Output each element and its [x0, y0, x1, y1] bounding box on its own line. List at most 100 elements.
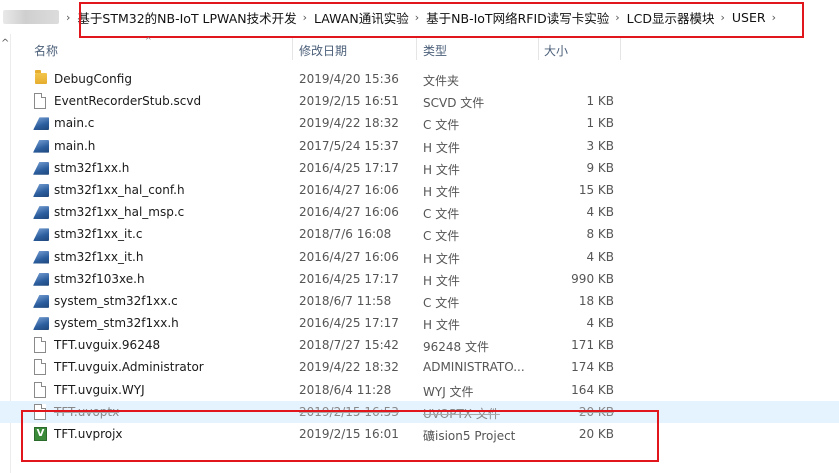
file-name: stm32f1xx_hal_conf.h — [54, 182, 185, 197]
file-date: 2019/4/20 15:36 — [299, 72, 399, 86]
file-size: 174 KB — [571, 360, 614, 375]
file-row[interactable]: TFT.uvguix.Administrator 2019/4/22 18:32 A… — [0, 356, 839, 378]
source-file-icon — [33, 228, 49, 242]
file-name: TFT.uvguix.Administrator — [54, 360, 204, 375]
column-divider[interactable] — [620, 38, 621, 60]
file-name: stm32f1xx_it.h — [54, 249, 144, 264]
column-divider[interactable] — [292, 38, 293, 60]
file-type: C 文件 — [423, 229, 460, 244]
file-type: H 文件 — [423, 184, 460, 199]
file-name: main.h — [54, 138, 96, 153]
file-name: TFT.uvguix.96248 — [54, 338, 161, 353]
file-size: 3 KB — [586, 138, 614, 153]
document-icon — [34, 381, 46, 398]
source-file-icon — [33, 272, 49, 286]
file-name: stm32f1xx_it.c — [54, 227, 143, 242]
file-date: 2016/4/25 17:17 — [299, 271, 399, 286]
file-type: SCVD 文件 — [423, 96, 485, 111]
file-type: 96248 文件 — [423, 340, 489, 355]
file-row[interactable]: stm32f103xe.h 2016/4/25 17:17 H 文件 990 KB — [0, 268, 839, 290]
file-name: stm32f1xx_hal_msp.c — [54, 205, 185, 220]
file-row[interactable]: stm32f1xx_it.c 2018/7/6 16:08 C 文件 8 KB — [0, 223, 839, 245]
file-name: EventRecorderStub.scvd — [54, 94, 202, 109]
file-size: 15 KB — [578, 182, 614, 197]
file-row[interactable]: EventRecorderStub.scvd 2019/2/15 16:51 SCV… — [0, 90, 839, 112]
file-size: 164 KB — [571, 382, 614, 397]
file-date: 2019/2/15 16:51 — [299, 94, 399, 109]
file-row[interactable]: TFT.uvguix.WYJ 2018/6/4 11:28 WYJ 文件 164 KB — [0, 379, 839, 401]
file-name: stm32f1xx.h — [54, 160, 130, 175]
file-type: H 文件 — [423, 273, 460, 288]
file-date: 2019/4/22 18:32 — [299, 116, 399, 131]
column-header-size[interactable]: 大小 — [544, 42, 568, 59]
highlight-box-project — [21, 410, 659, 462]
file-date: 2016/4/25 17:17 — [299, 316, 399, 331]
source-file-icon — [33, 206, 49, 220]
file-date: 2018/7/6 16:08 — [299, 227, 392, 242]
file-row[interactable]: TFT.uvguix.96248 2018/7/27 15:42 96248 文件 1… — [0, 334, 839, 356]
document-icon — [34, 337, 46, 354]
file-name: DebugConfig — [54, 72, 132, 86]
file-type: 文件夹 — [423, 74, 460, 88]
file-date: 2018/6/7 11:58 — [299, 293, 392, 308]
source-file-icon — [33, 117, 49, 131]
source-file-icon — [33, 183, 49, 197]
file-row[interactable]: system_stm32f1xx.c 2018/6/7 11:58 C 文件 18 K… — [0, 290, 839, 312]
document-icon — [34, 359, 46, 376]
file-name: system_stm32f1xx.c — [54, 293, 178, 308]
file-type: H 文件 — [423, 162, 460, 177]
file-row[interactable]: stm32f1xx_it.h 2016/4/27 16:06 H 文件 4 KB — [0, 246, 839, 268]
source-file-icon — [33, 250, 49, 264]
file-date: 2016/4/25 17:17 — [299, 160, 399, 175]
file-list: DebugConfig 2019/4/20 15:36 文件夹 EventRecord… — [0, 68, 839, 445]
highlight-box-path — [79, 2, 804, 38]
file-size: 4 KB — [586, 205, 614, 220]
column-header-name[interactable]: 名称 — [34, 42, 58, 59]
column-divider[interactable] — [416, 38, 417, 60]
file-row[interactable]: main.c 2019/4/22 18:32 C 文件 1 KB — [0, 112, 839, 134]
chevron-right-icon[interactable]: › — [62, 11, 75, 24]
file-size: 4 KB — [586, 249, 614, 264]
blurred-path-segment — [3, 10, 59, 24]
sort-arrow-icon: ^ — [145, 36, 152, 45]
file-date: 2016/4/27 16:06 — [299, 205, 399, 220]
file-name: TFT.uvguix.WYJ — [54, 382, 145, 397]
file-type: C 文件 — [423, 118, 460, 133]
source-file-icon — [33, 161, 49, 175]
file-name: main.c — [54, 116, 95, 131]
file-name: system_stm32f1xx.h — [54, 316, 179, 331]
file-type: H 文件 — [423, 140, 460, 155]
column-header-type[interactable]: 类型 — [423, 42, 447, 59]
file-size: 1 KB — [586, 94, 614, 109]
column-divider[interactable] — [538, 38, 539, 60]
file-size: 8 KB — [586, 227, 614, 242]
source-file-icon — [33, 294, 49, 308]
column-header-date[interactable]: 修改日期 — [299, 42, 347, 59]
file-type: C 文件 — [423, 207, 460, 222]
file-date: 2019/4/22 18:32 — [299, 360, 399, 375]
file-row[interactable]: stm32f1xx_hal_conf.h 2016/4/27 16:06 H 文件 1… — [0, 179, 839, 201]
file-row[interactable]: main.h 2017/5/24 15:37 H 文件 3 KB — [0, 135, 839, 157]
file-date: 2018/7/27 15:42 — [299, 338, 399, 353]
source-file-icon — [33, 317, 49, 331]
file-size: 1 KB — [586, 116, 614, 131]
file-name: stm32f103xe.h — [54, 271, 145, 286]
file-date: 2017/5/24 15:37 — [299, 138, 399, 153]
file-date: 2016/4/27 16:06 — [299, 182, 399, 197]
file-type: H 文件 — [423, 318, 460, 333]
file-type: H 文件 — [423, 251, 460, 266]
file-row[interactable]: DebugConfig 2019/4/20 15:36 文件夹 — [0, 68, 839, 90]
file-size: 4 KB — [586, 316, 614, 331]
file-row[interactable]: stm32f1xx.h 2016/4/25 17:17 H 文件 9 KB — [0, 157, 839, 179]
source-file-icon — [33, 139, 49, 153]
column-header-row: ^ 名称 修改日期 类型 大小 — [0, 36, 839, 60]
file-type: C 文件 — [423, 295, 460, 310]
file-row[interactable]: stm32f1xx_hal_msp.c 2016/4/27 16:06 C 文件 4 … — [0, 201, 839, 223]
file-type: WYJ 文件 — [423, 384, 474, 399]
file-size: 990 KB — [571, 271, 614, 286]
file-type: ADMINISTRATO... — [423, 360, 525, 375]
file-date: 2016/4/27 16:06 — [299, 249, 399, 264]
file-size: 171 KB — [571, 338, 614, 353]
file-row[interactable]: system_stm32f1xx.h 2016/4/25 17:17 H 文件 4 K… — [0, 312, 839, 334]
document-icon — [34, 93, 46, 110]
